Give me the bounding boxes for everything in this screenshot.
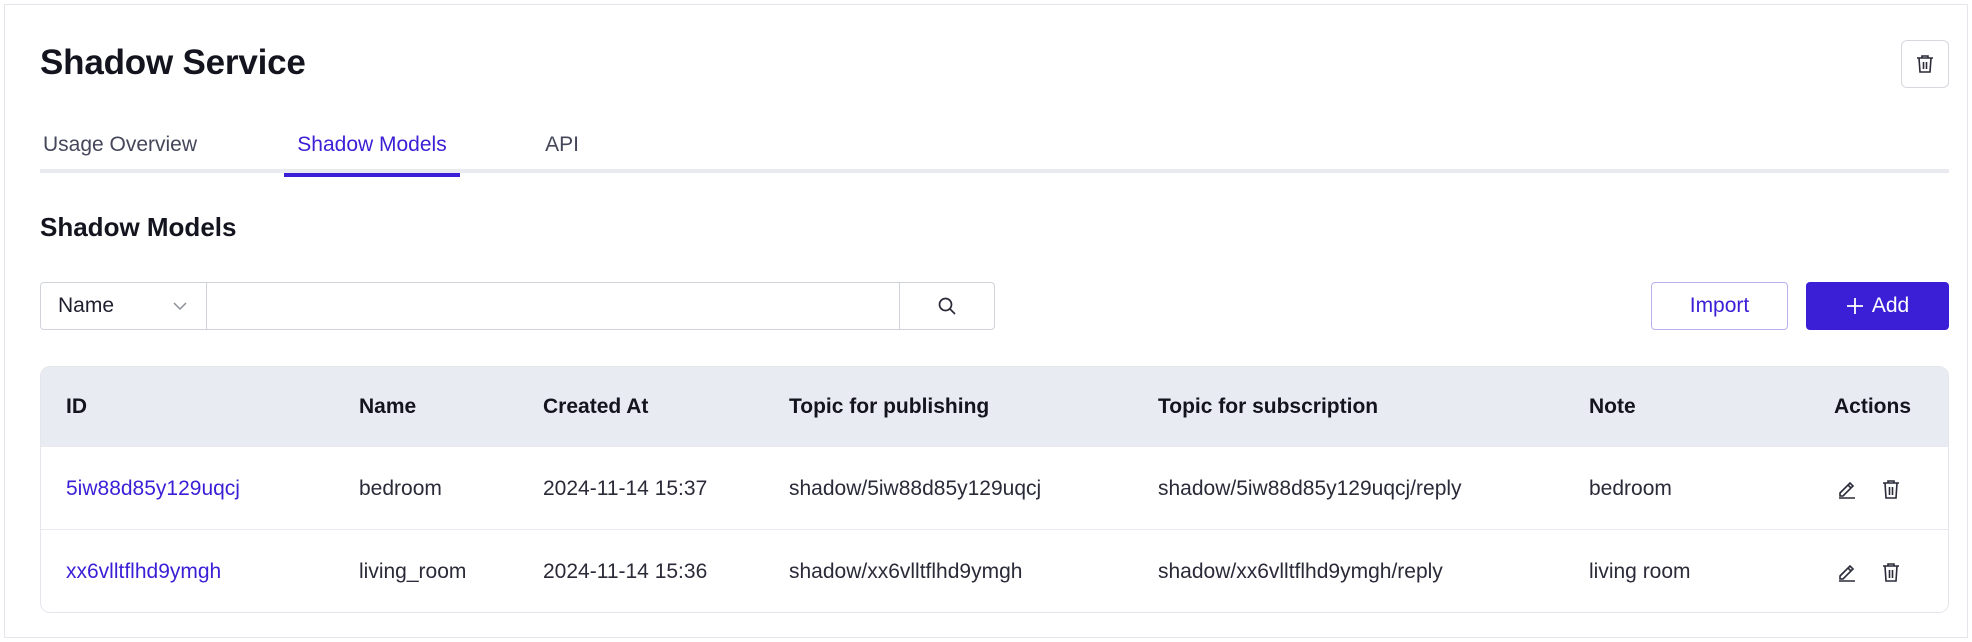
row-id-link[interactable]: xx6vlltflhd9ymgh: [66, 530, 221, 612]
delete-row-button[interactable]: [1878, 476, 1904, 502]
column-header-topic-publishing: Topic for publishing: [789, 394, 990, 418]
column-header-created-at: Created At: [543, 394, 649, 418]
app-frame: Shadow Service Usage Overview Shadow Mod…: [4, 4, 1968, 638]
column-header-topic-subscription: Topic for subscription: [1158, 394, 1379, 418]
delete-service-button[interactable]: [1901, 40, 1949, 88]
tab-shadow-models[interactable]: Shadow Models: [284, 117, 460, 177]
edit-row-button[interactable]: [1834, 476, 1860, 502]
edit-icon: [1839, 481, 1855, 499]
table-header: ID Name Created At Topic for publishing …: [41, 367, 1948, 446]
row-name: living_room: [359, 559, 467, 583]
tab-bar: Usage Overview Shadow Models API: [40, 117, 1949, 177]
search-input[interactable]: [207, 283, 900, 329]
search-icon: [938, 297, 956, 315]
row-actions: [1834, 447, 1904, 530]
row-note: bedroom: [1589, 476, 1672, 500]
row-note: living room: [1589, 559, 1691, 583]
tab-api[interactable]: API: [538, 117, 586, 173]
import-button-label: Import: [1689, 294, 1750, 317]
row-topic-publishing: shadow/5iw88d85y129uqcj: [789, 476, 1042, 500]
search-field-select[interactable]: Name: [41, 283, 207, 329]
add-button-label: Add: [1871, 294, 1910, 317]
add-button[interactable]: Add: [1806, 282, 1949, 330]
search-button[interactable]: [900, 283, 994, 329]
row-topic-subscription: shadow/xx6vlltflhd9ymgh/reply: [1158, 559, 1443, 583]
table-row: 5iw88d85y129uqcj bedroom 2024-11-14 15:3…: [41, 446, 1948, 529]
plus-icon: [1846, 298, 1863, 314]
trash-icon: [1917, 55, 1933, 73]
page-title: Shadow Service: [40, 43, 306, 82]
column-header-note: Note: [1589, 394, 1636, 418]
shadow-models-table: ID Name Created At Topic for publishing …: [40, 366, 1949, 613]
row-created-at: 2024-11-14 15:37: [543, 476, 708, 500]
select-value: Name: [58, 294, 115, 317]
tab-label: Shadow Models: [297, 133, 447, 156]
column-header-actions: Actions: [1834, 394, 1912, 418]
row-name: bedroom: [359, 476, 442, 500]
row-id-link[interactable]: 5iw88d85y129uqcj: [66, 447, 240, 530]
row-created-at: 2024-11-14 15:36: [543, 559, 708, 583]
table-row: xx6vlltflhd9ymgh living_room 2024-11-14 …: [41, 529, 1948, 612]
tab-label: API: [545, 133, 579, 156]
import-button[interactable]: Import: [1651, 282, 1788, 330]
search-group: Name: [40, 282, 995, 330]
delete-row-button[interactable]: [1878, 559, 1904, 585]
edit-icon: [1839, 564, 1855, 582]
column-header-id: ID: [66, 394, 87, 418]
row-topic-subscription: shadow/5iw88d85y129uqcj/reply: [1158, 476, 1462, 500]
section-title: Shadow Models: [40, 212, 237, 242]
column-header-name: Name: [359, 394, 417, 418]
row-topic-publishing: shadow/xx6vlltflhd9ymgh: [789, 559, 1023, 583]
tab-usage-overview[interactable]: Usage Overview: [40, 117, 200, 173]
row-actions: [1834, 530, 1904, 612]
trash-icon: [1883, 479, 1899, 499]
trash-icon: [1883, 562, 1899, 582]
tab-label: Usage Overview: [42, 133, 198, 156]
edit-row-button[interactable]: [1834, 559, 1860, 585]
chevron-down-icon: [173, 302, 187, 311]
